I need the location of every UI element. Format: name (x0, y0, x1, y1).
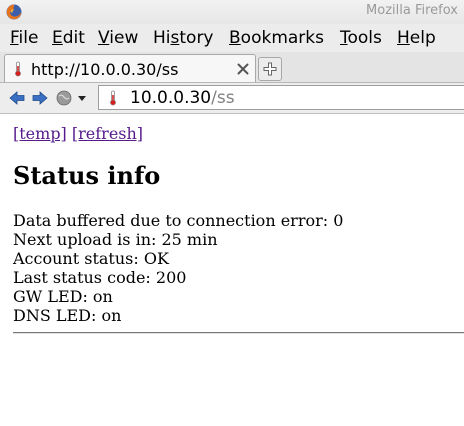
forward-arrow-icon[interactable] (31, 89, 49, 107)
temp-link[interactable]: [temp] (13, 124, 67, 143)
close-icon[interactable] (235, 61, 251, 77)
url-host: 10.0.0.30 (130, 88, 212, 108)
status-line-data-buffered: Data buffered due to connection error: 0 (13, 211, 344, 230)
tab-strip: http://10.0.0.30/ss (0, 52, 464, 83)
plus-icon (263, 62, 277, 76)
thermometer-icon (15, 61, 21, 77)
menu-history[interactable]: History (153, 28, 214, 48)
tab-active[interactable]: http://10.0.0.30/ss (4, 54, 256, 82)
status-line-account-status: Account status: OK (13, 249, 169, 268)
menu-view[interactable]: View (98, 28, 138, 48)
back-arrow-icon[interactable] (8, 89, 26, 107)
page-links: [temp] [refresh] (13, 124, 143, 143)
window-title: Mozilla Firefox (366, 3, 458, 18)
menu-file[interactable]: File (10, 28, 38, 48)
refresh-link[interactable]: [refresh] (72, 124, 143, 143)
url-bar[interactable]: 10.0.0.30/ss (98, 85, 464, 110)
thermometer-icon (110, 90, 116, 106)
status-line-next-upload: Next upload is in: 25 min (13, 230, 218, 249)
history-globe-icon[interactable] (55, 89, 75, 107)
url-path: /ss (211, 88, 235, 108)
menu-bookmarks[interactable]: Bookmarks (229, 28, 324, 48)
firefox-logo-icon[interactable] (6, 4, 22, 20)
window-titlebar: Mozilla Firefox (0, 0, 464, 24)
status-line-dns-led: DNS LED: on (13, 306, 122, 325)
status-line-last-status-code: Last status code: 200 (13, 268, 187, 287)
page-heading: Status info (13, 161, 161, 190)
chevron-down-icon[interactable] (76, 89, 88, 107)
horizontal-rule (13, 332, 464, 334)
url-text[interactable]: 10.0.0.30/ss (130, 88, 235, 108)
menu-tools[interactable]: Tools (340, 28, 382, 48)
menu-edit[interactable]: Edit (52, 28, 85, 48)
status-list: Data buffered due to connection error: 0… (13, 211, 343, 325)
navigation-toolbar: 10.0.0.30/ss (0, 83, 464, 114)
menu-help[interactable]: Help (397, 28, 436, 48)
menu-bar: File Edit View History Bookmarks Tools H… (0, 24, 464, 52)
page-content: [temp] [refresh] Status info Data buffer… (0, 114, 464, 426)
tab-label: http://10.0.0.30/ss (31, 60, 179, 79)
new-tab-button[interactable] (258, 57, 282, 81)
status-line-gw-led: GW LED: on (13, 287, 113, 306)
